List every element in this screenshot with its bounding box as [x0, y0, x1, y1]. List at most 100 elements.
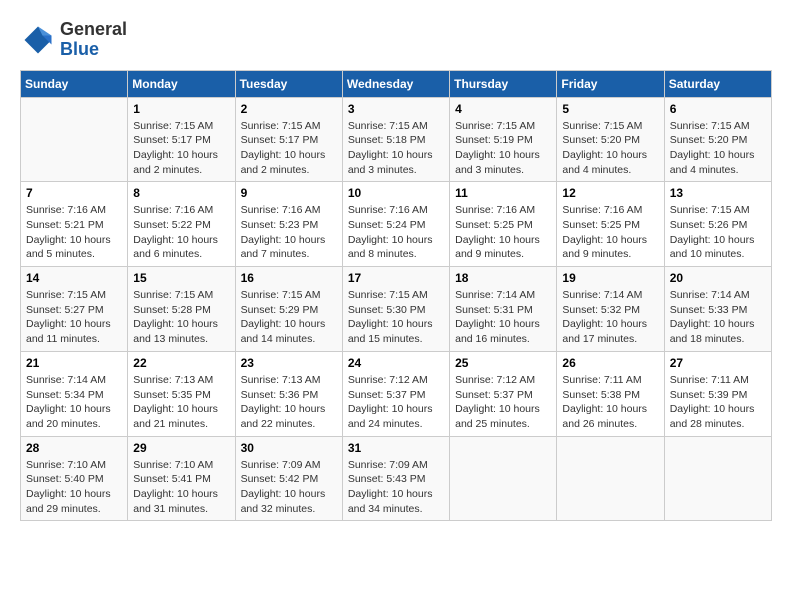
day-number: 26 — [562, 356, 658, 370]
calendar-cell: 18 Sunrise: 7:14 AMSunset: 5:31 PMDayligh… — [450, 267, 557, 352]
day-info: Sunrise: 7:16 AMSunset: 5:25 PMDaylight:… — [562, 203, 658, 262]
day-info: Sunrise: 7:15 AMSunset: 5:30 PMDaylight:… — [348, 288, 444, 347]
day-number: 1 — [133, 102, 229, 116]
day-number: 7 — [26, 186, 122, 200]
day-number: 25 — [455, 356, 551, 370]
calendar-cell: 20Sunrise: 7:14 AMSunset: 5:33 PMDayligh… — [664, 267, 771, 352]
calendar-cell: 28 Sunrise: 7:10 AMSunset: 5:40 PMDayligh… — [21, 436, 128, 521]
calendar-cell: 9 Sunrise: 7:16 AMSunset: 5:23 PMDaylight… — [235, 182, 342, 267]
week-row-2: 7Sunrise: 7:16 AMSunset: 5:21 PMDaylight… — [21, 182, 772, 267]
day-info: Sunrise: 7:14 AMSunset: 5:33 PMDaylight:… — [670, 288, 766, 347]
calendar-cell — [450, 436, 557, 521]
day-info: Sunrise: 7:15 AMSunset: 5:18 PMDaylight:… — [348, 119, 444, 178]
day-number: 17 — [348, 271, 444, 285]
day-info: Sunrise: 7:14 AMSunset: 5:34 PMDaylight:… — [26, 373, 122, 432]
day-info: Sunrise: 7:15 AMSunset: 5:27 PMDaylight:… — [26, 288, 122, 347]
day-number: 28 — [26, 441, 122, 455]
week-row-5: 28 Sunrise: 7:10 AMSunset: 5:40 PMDayligh… — [21, 436, 772, 521]
day-number: 15 — [133, 271, 229, 285]
calendar-cell — [557, 436, 664, 521]
header-thursday: Thursday — [450, 70, 557, 97]
day-number: 19 — [562, 271, 658, 285]
calendar-cell: 24Sunrise: 7:12 AMSunset: 5:37 PMDayligh… — [342, 351, 449, 436]
calendar-cell: 14 Sunrise: 7:15 AMSunset: 5:27 PMDayligh… — [21, 267, 128, 352]
calendar-cell: 30Sunrise: 7:09 AMSunset: 5:42 PMDayligh… — [235, 436, 342, 521]
day-info: Sunrise: 7:15 AMSunset: 5:17 PMDaylight:… — [133, 119, 229, 178]
header-wednesday: Wednesday — [342, 70, 449, 97]
calendar-cell: 1 Sunrise: 7:15 AMSunset: 5:17 PMDaylight… — [128, 97, 235, 182]
calendar-cell: 12 Sunrise: 7:16 AMSunset: 5:25 PMDayligh… — [557, 182, 664, 267]
week-row-4: 21 Sunrise: 7:14 AMSunset: 5:34 PMDayligh… — [21, 351, 772, 436]
calendar-cell: 16 Sunrise: 7:15 AMSunset: 5:29 PMDayligh… — [235, 267, 342, 352]
calendar-cell: 13 Sunrise: 7:15 AMSunset: 5:26 PMDayligh… — [664, 182, 771, 267]
calendar-cell: 5Sunrise: 7:15 AMSunset: 5:20 PMDaylight… — [557, 97, 664, 182]
logo-icon — [20, 22, 56, 58]
day-number: 23 — [241, 356, 337, 370]
day-number: 18 — [455, 271, 551, 285]
day-number: 13 — [670, 186, 766, 200]
day-info: Sunrise: 7:10 AMSunset: 5:40 PMDaylight:… — [26, 458, 122, 517]
day-info: Sunrise: 7:11 AMSunset: 5:38 PMDaylight:… — [562, 373, 658, 432]
day-info: Sunrise: 7:14 AMSunset: 5:32 PMDaylight:… — [562, 288, 658, 347]
logo: General Blue — [20, 20, 127, 60]
day-info: Sunrise: 7:12 AMSunset: 5:37 PMDaylight:… — [455, 373, 551, 432]
calendar-cell: 11 Sunrise: 7:16 AMSunset: 5:25 PMDayligh… — [450, 182, 557, 267]
calendar-cell: 21 Sunrise: 7:14 AMSunset: 5:34 PMDayligh… — [21, 351, 128, 436]
calendar-cell: 7Sunrise: 7:16 AMSunset: 5:21 PMDaylight… — [21, 182, 128, 267]
calendar-header-row: SundayMondayTuesdayWednesdayThursdayFrid… — [21, 70, 772, 97]
day-info: Sunrise: 7:15 AMSunset: 5:17 PMDaylight:… — [241, 119, 337, 178]
calendar-cell: 10 Sunrise: 7:16 AMSunset: 5:24 PMDayligh… — [342, 182, 449, 267]
day-info: Sunrise: 7:13 AMSunset: 5:35 PMDaylight:… — [133, 373, 229, 432]
calendar-cell: 6 Sunrise: 7:15 AMSunset: 5:20 PMDaylight… — [664, 97, 771, 182]
day-number: 31 — [348, 441, 444, 455]
calendar-cell: 19 Sunrise: 7:14 AMSunset: 5:32 PMDayligh… — [557, 267, 664, 352]
week-row-3: 14 Sunrise: 7:15 AMSunset: 5:27 PMDayligh… — [21, 267, 772, 352]
day-number: 16 — [241, 271, 337, 285]
day-number: 5 — [562, 102, 658, 116]
calendar-cell: 2 Sunrise: 7:15 AMSunset: 5:17 PMDaylight… — [235, 97, 342, 182]
day-info: Sunrise: 7:15 AMSunset: 5:19 PMDaylight:… — [455, 119, 551, 178]
calendar-cell: 29 Sunrise: 7:10 AMSunset: 5:41 PMDayligh… — [128, 436, 235, 521]
day-number: 10 — [348, 186, 444, 200]
calendar-cell — [21, 97, 128, 182]
calendar-cell: 15 Sunrise: 7:15 AMSunset: 5:28 PMDayligh… — [128, 267, 235, 352]
day-number: 21 — [26, 356, 122, 370]
day-number: 4 — [455, 102, 551, 116]
day-info: Sunrise: 7:15 AMSunset: 5:20 PMDaylight:… — [670, 119, 766, 178]
calendar-table: SundayMondayTuesdayWednesdayThursdayFrid… — [20, 70, 772, 522]
logo-text: General Blue — [60, 20, 127, 60]
day-info: Sunrise: 7:15 AMSunset: 5:26 PMDaylight:… — [670, 203, 766, 262]
day-number: 30 — [241, 441, 337, 455]
calendar-cell: 4 Sunrise: 7:15 AMSunset: 5:19 PMDaylight… — [450, 97, 557, 182]
day-number: 29 — [133, 441, 229, 455]
day-info: Sunrise: 7:09 AMSunset: 5:43 PMDaylight:… — [348, 458, 444, 517]
day-number: 3 — [348, 102, 444, 116]
page-header: General Blue — [20, 20, 772, 60]
day-info: Sunrise: 7:12 AMSunset: 5:37 PMDaylight:… — [348, 373, 444, 432]
day-info: Sunrise: 7:16 AMSunset: 5:23 PMDaylight:… — [241, 203, 337, 262]
day-number: 12 — [562, 186, 658, 200]
week-row-1: 1 Sunrise: 7:15 AMSunset: 5:17 PMDaylight… — [21, 97, 772, 182]
day-info: Sunrise: 7:15 AMSunset: 5:29 PMDaylight:… — [241, 288, 337, 347]
calendar-cell: 26 Sunrise: 7:11 AMSunset: 5:38 PMDayligh… — [557, 351, 664, 436]
day-number: 6 — [670, 102, 766, 116]
day-number: 2 — [241, 102, 337, 116]
day-number: 11 — [455, 186, 551, 200]
day-info: Sunrise: 7:10 AMSunset: 5:41 PMDaylight:… — [133, 458, 229, 517]
day-info: Sunrise: 7:16 AMSunset: 5:25 PMDaylight:… — [455, 203, 551, 262]
header-sunday: Sunday — [21, 70, 128, 97]
day-info: Sunrise: 7:11 AMSunset: 5:39 PMDaylight:… — [670, 373, 766, 432]
calendar-cell — [664, 436, 771, 521]
day-number: 27 — [670, 356, 766, 370]
calendar-cell: 3 Sunrise: 7:15 AMSunset: 5:18 PMDaylight… — [342, 97, 449, 182]
day-number: 14 — [26, 271, 122, 285]
day-info: Sunrise: 7:15 AMSunset: 5:28 PMDaylight:… — [133, 288, 229, 347]
header-monday: Monday — [128, 70, 235, 97]
day-info: Sunrise: 7:16 AMSunset: 5:24 PMDaylight:… — [348, 203, 444, 262]
day-info: Sunrise: 7:14 AMSunset: 5:31 PMDaylight:… — [455, 288, 551, 347]
header-tuesday: Tuesday — [235, 70, 342, 97]
day-number: 8 — [133, 186, 229, 200]
calendar-cell: 8Sunrise: 7:16 AMSunset: 5:22 PMDaylight… — [128, 182, 235, 267]
day-number: 22 — [133, 356, 229, 370]
day-number: 9 — [241, 186, 337, 200]
